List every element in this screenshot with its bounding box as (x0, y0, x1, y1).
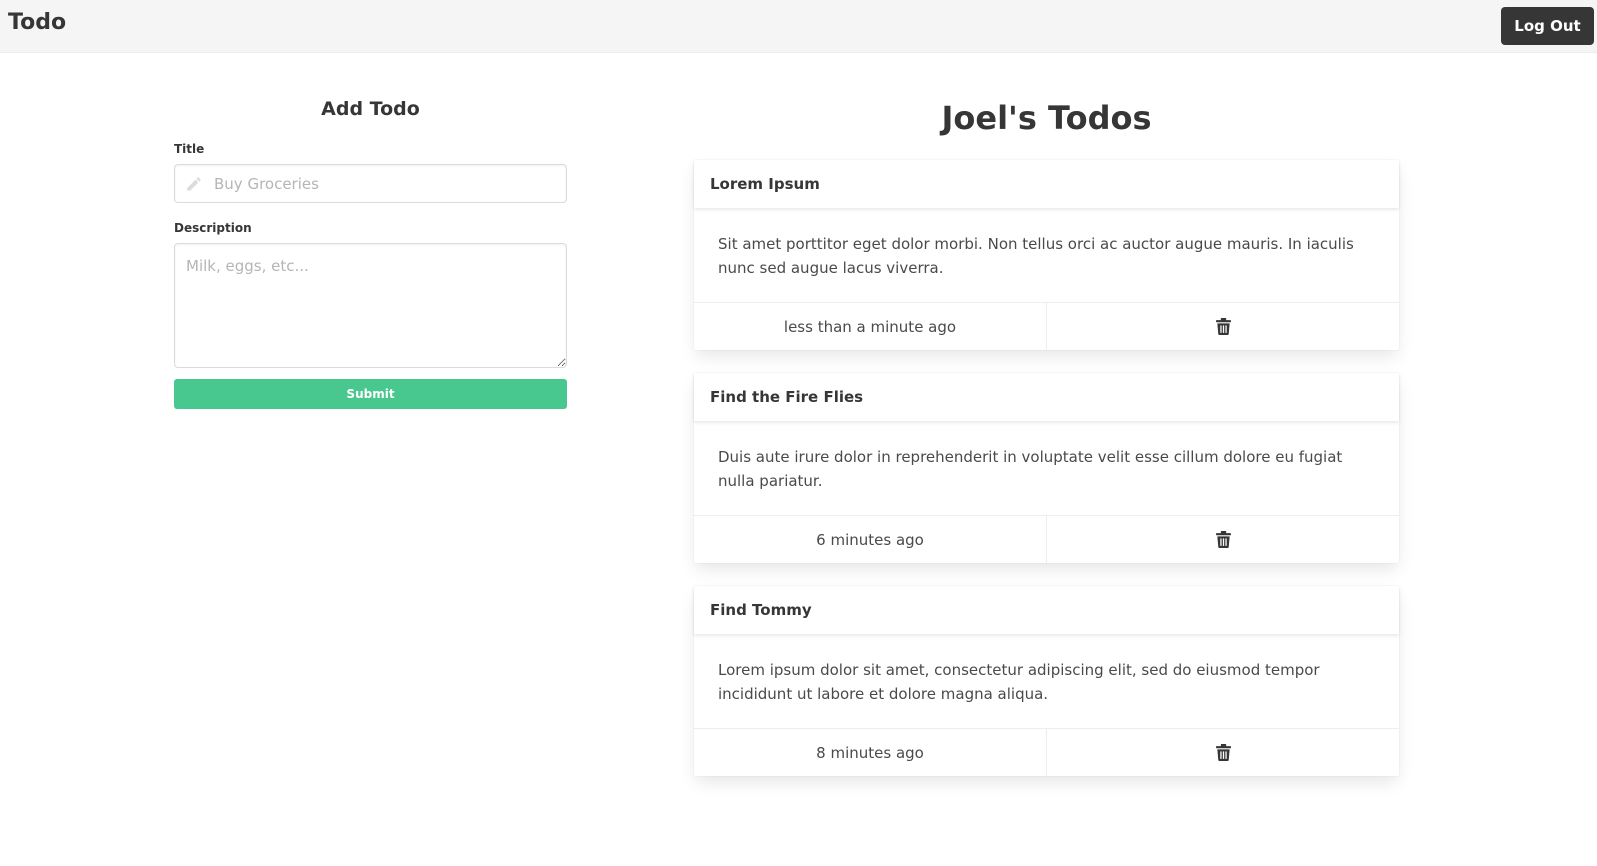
brand-title[interactable]: Todo (8, 10, 66, 35)
todo-timestamp: 8 minutes ago (816, 743, 924, 762)
delete-button[interactable] (1046, 729, 1399, 776)
todo-card: Find the Fire Flies Duis aute irure dolo… (694, 373, 1399, 563)
delete-button[interactable] (1046, 303, 1399, 350)
todo-card: Find Tommy Lorem ipsum dolor sit amet, c… (694, 586, 1399, 776)
todo-description: Sit amet porttitor eget dolor morbi. Non… (718, 235, 1354, 277)
form-heading: Add Todo (321, 98, 420, 120)
description-textarea[interactable] (174, 243, 567, 368)
todo-description: Duis aute irure dolor in reprehenderit i… (718, 448, 1343, 490)
title-input[interactable] (175, 165, 566, 202)
todos-heading: Joel's Todos (941, 99, 1152, 137)
todo-timestamp: less than a minute ago (783, 317, 957, 336)
navbar: Todo Log Out (0, 0, 1597, 53)
todo-card: Lorem Ipsum Sit amet porttitor eget dolo… (694, 160, 1399, 350)
trash-icon[interactable] (1215, 744, 1231, 761)
todo-title: Lorem Ipsum (694, 160, 1399, 208)
todo-footer: 6 minutes ago (694, 515, 1399, 563)
trash-icon[interactable] (1215, 531, 1231, 548)
todo-footer: less than a minute ago (694, 302, 1399, 350)
delete-button[interactable] (1046, 516, 1399, 563)
add-todo-form: Add Todo Title Description Submit (174, 98, 567, 409)
todo-description: Lorem ipsum dolor sit amet, consectetur … (718, 661, 1320, 703)
title-field-wrapper (174, 164, 567, 203)
description-field-wrapper (174, 243, 567, 368)
todo-timestamp: 6 minutes ago (816, 530, 924, 549)
submit-button[interactable]: Submit (174, 379, 567, 409)
todo-footer: 8 minutes ago (694, 728, 1399, 776)
todo-list: Lorem Ipsum Sit amet porttitor eget dolo… (694, 160, 1399, 799)
description-label: Description (174, 221, 252, 235)
todo-title: Find Tommy (694, 586, 1399, 634)
todo-title: Find the Fire Flies (694, 373, 1399, 421)
logout-button[interactable]: Log Out (1501, 7, 1594, 45)
trash-icon[interactable] (1215, 318, 1231, 335)
title-label: Title (174, 142, 205, 156)
